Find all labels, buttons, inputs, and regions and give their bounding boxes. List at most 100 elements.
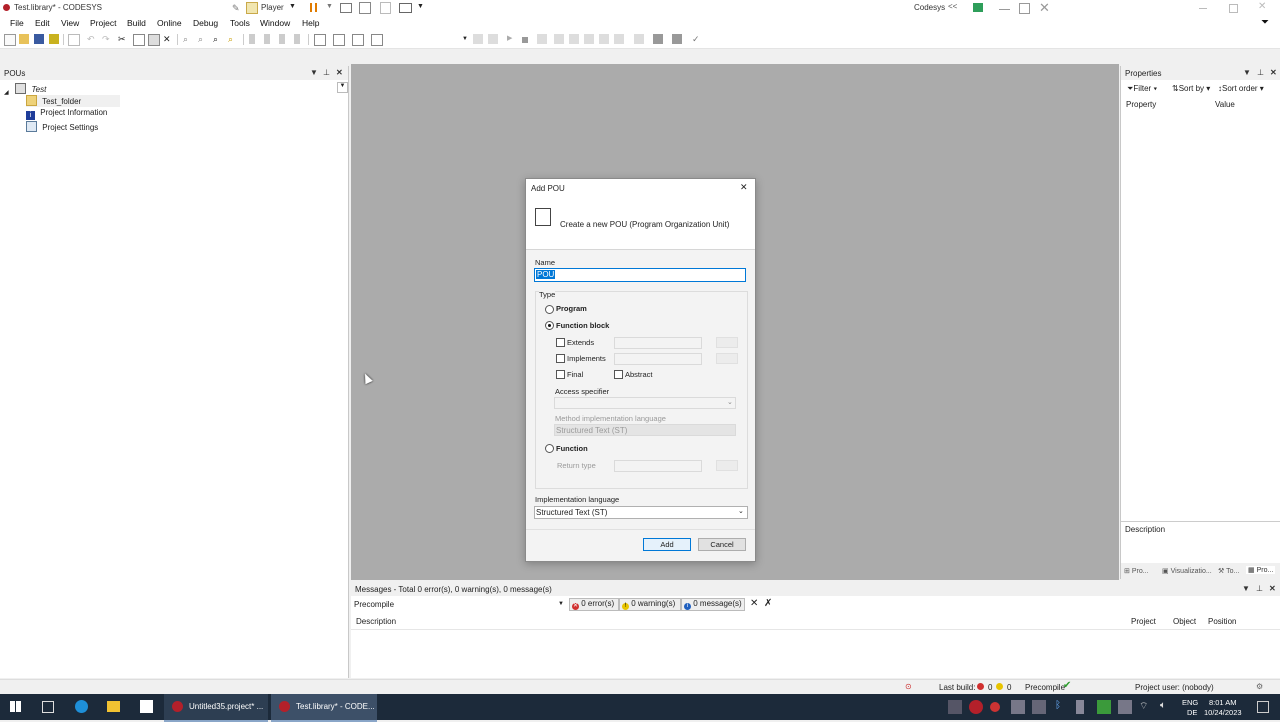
chevron-down-icon[interactable]: ▼ bbox=[289, 3, 296, 10]
implements-input[interactable] bbox=[614, 353, 702, 365]
bookmark-prev-icon[interactable] bbox=[279, 34, 285, 44]
logout-icon[interactable] bbox=[488, 34, 498, 44]
paste-icon[interactable] bbox=[148, 34, 160, 46]
extends-input[interactable] bbox=[614, 337, 702, 349]
implements-browse-button[interactable] bbox=[716, 353, 738, 364]
clock-date[interactable]: 10/24/2023 bbox=[1204, 708, 1242, 717]
panel-menu-icon[interactable]: ▼ bbox=[310, 68, 318, 77]
collapse-arrow-icon[interactable]: ◢ bbox=[4, 89, 10, 98]
edge-icon[interactable] bbox=[75, 700, 88, 713]
reset-icon[interactable] bbox=[537, 34, 547, 44]
delete-icon[interactable]: ✕ bbox=[163, 34, 173, 44]
program-radio[interactable] bbox=[545, 305, 554, 314]
menu-edit[interactable]: Edit bbox=[35, 18, 50, 28]
force-values-icon[interactable] bbox=[653, 34, 663, 44]
function-radio[interactable] bbox=[545, 444, 554, 453]
open-icon[interactable] bbox=[19, 34, 29, 44]
bookmark-clear-icon[interactable] bbox=[294, 34, 300, 44]
new-icon[interactable] bbox=[4, 34, 16, 46]
window-icon[interactable] bbox=[399, 3, 412, 13]
print-icon[interactable] bbox=[68, 34, 80, 46]
menu-help[interactable]: Help bbox=[302, 18, 319, 28]
errors-toggle[interactable]: ✕ 0 error(s) bbox=[569, 598, 619, 611]
menu-window[interactable]: Window bbox=[260, 18, 290, 28]
step-over-icon[interactable] bbox=[569, 34, 579, 44]
clear-all-icon[interactable]: ✗ bbox=[764, 598, 772, 609]
tree-item-project-information[interactable]: i Project Information bbox=[26, 108, 107, 120]
pause-icon[interactable] bbox=[310, 3, 312, 12]
save-all-icon[interactable] bbox=[49, 34, 59, 44]
method-impl-lang-select[interactable]: Structured Text (ST) bbox=[554, 424, 736, 436]
volume-icon[interactable]: 🔈︎ bbox=[1160, 700, 1174, 714]
pin-icon[interactable]: ⊥ bbox=[1257, 68, 1264, 77]
chevron-down-icon[interactable]: ▼ bbox=[462, 36, 468, 42]
warnings-toggle[interactable]: ! 0 warning(s) bbox=[619, 598, 681, 611]
tray-app-icon[interactable] bbox=[1011, 700, 1025, 714]
fit-icon[interactable] bbox=[359, 2, 371, 14]
tree-root[interactable]: ◢ Test bbox=[4, 83, 46, 98]
grid-icon[interactable] bbox=[371, 34, 383, 46]
filter-button[interactable]: ⏷Filter ▾ bbox=[1127, 84, 1157, 94]
collapse-icon[interactable]: << bbox=[948, 2, 957, 11]
final-checkbox[interactable] bbox=[556, 370, 565, 379]
pin-icon[interactable]: ⊥ bbox=[323, 68, 330, 77]
close-icon[interactable]: ✕ bbox=[1039, 0, 1050, 16]
file-explorer-icon[interactable] bbox=[107, 701, 120, 712]
access-specifier-select[interactable]: ⌄ bbox=[554, 397, 736, 409]
return-type-browse-button[interactable] bbox=[716, 460, 738, 471]
replace-in-project-icon[interactable]: ⌕ bbox=[228, 34, 238, 44]
menu-online[interactable]: Online bbox=[157, 18, 182, 28]
col-property[interactable]: Property bbox=[1126, 100, 1156, 109]
abstract-checkbox[interactable] bbox=[614, 370, 623, 379]
filter-funnel-icon[interactable]: ⏷ bbox=[1261, 17, 1269, 28]
name-field[interactable]: POU bbox=[534, 268, 746, 282]
store-icon[interactable] bbox=[140, 700, 153, 713]
pin-icon[interactable]: ✎ bbox=[232, 3, 240, 14]
windows-start-icon[interactable] bbox=[10, 701, 21, 712]
function-block-radio[interactable] bbox=[545, 321, 554, 330]
menu-project[interactable]: Project bbox=[90, 18, 116, 28]
col-description[interactable]: Description bbox=[356, 617, 396, 626]
usb-icon[interactable] bbox=[1076, 700, 1084, 714]
task-view-icon[interactable] bbox=[42, 701, 54, 713]
sort-order-button[interactable]: ↕Sort order ▾ bbox=[1218, 84, 1264, 93]
extends-checkbox[interactable] bbox=[556, 338, 565, 347]
close-icon[interactable]: ✕ bbox=[1270, 68, 1277, 77]
close-icon[interactable]: ✕ bbox=[1269, 584, 1276, 593]
bookmark-icon[interactable] bbox=[249, 34, 255, 44]
tab-visualization[interactable]: ▣ Visualizatio... bbox=[1162, 567, 1212, 575]
settings-icon[interactable]: ⚙ bbox=[1256, 682, 1263, 691]
undo-icon[interactable]: ↶ bbox=[87, 34, 97, 44]
restore-icon[interactable] bbox=[1019, 3, 1030, 14]
add-button[interactable]: Add bbox=[643, 538, 691, 551]
taskbar-app-test-library[interactable]: Test.library* - CODE... bbox=[271, 694, 377, 722]
menu-build[interactable]: Build bbox=[127, 18, 146, 28]
layout-icon[interactable] bbox=[333, 34, 345, 46]
col-project[interactable]: Project bbox=[1131, 617, 1156, 626]
write-values-icon[interactable] bbox=[634, 34, 644, 44]
chevron-down-icon[interactable]: ▼ bbox=[326, 3, 333, 10]
copy-icon[interactable] bbox=[380, 2, 391, 14]
bluetooth-icon[interactable]: ᛒ bbox=[1055, 700, 1069, 714]
run-icon[interactable]: ▶ bbox=[507, 34, 517, 44]
copy-icon[interactable] bbox=[133, 34, 145, 46]
run-to-cursor-icon[interactable] bbox=[614, 34, 624, 44]
sort-by-button[interactable]: ⇅Sort by ▾ bbox=[1172, 84, 1210, 93]
close-icon[interactable]: ✕ bbox=[336, 68, 343, 77]
pin-icon[interactable]: ⊥ bbox=[1256, 584, 1263, 593]
taskbar-app-untitled[interactable]: Untitled35.project* ... bbox=[164, 694, 268, 722]
redo-icon[interactable]: ↷ bbox=[102, 34, 112, 44]
tab-properties[interactable]: ▦ Pro... bbox=[1246, 566, 1276, 574]
step-out-icon[interactable] bbox=[599, 34, 609, 44]
breakpoint-icon[interactable] bbox=[554, 34, 564, 44]
unforce-icon[interactable] bbox=[672, 34, 682, 44]
step-into-icon[interactable] bbox=[584, 34, 594, 44]
messages-toggle[interactable]: i 0 message(s) bbox=[681, 598, 745, 611]
login-icon[interactable] bbox=[473, 34, 483, 44]
print-icon[interactable] bbox=[340, 3, 352, 13]
lang-top[interactable]: ENG bbox=[1182, 698, 1198, 707]
window-maximize-icon[interactable] bbox=[1229, 4, 1238, 13]
player-dropdown[interactable]: Player bbox=[261, 3, 284, 12]
tab-pous[interactable]: ⊞ Pro... bbox=[1124, 567, 1149, 575]
clear-icon[interactable]: ✕ bbox=[750, 598, 758, 609]
